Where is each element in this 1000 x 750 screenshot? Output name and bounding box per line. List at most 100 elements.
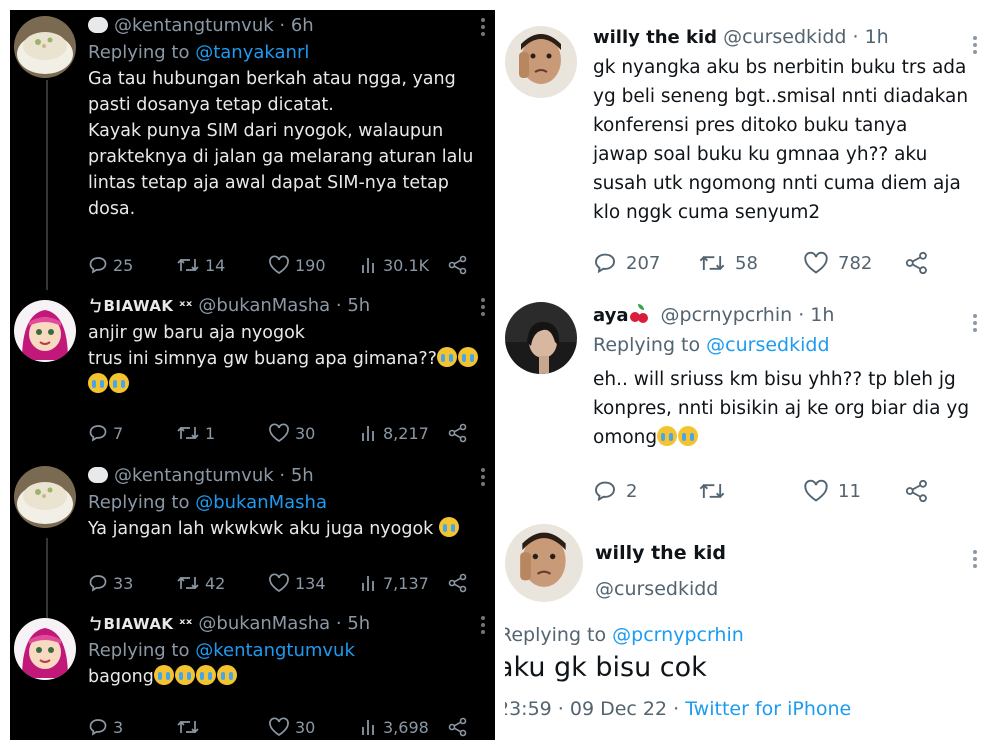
views-count: 7,137: [383, 573, 429, 593]
handle[interactable]: @cursedkidd: [723, 26, 846, 48]
like-button[interactable]: 30: [268, 420, 315, 446]
avatar-willy[interactable]: [505, 524, 583, 602]
timestamp[interactable]: 1h: [810, 304, 834, 326]
display-name[interactable]: aya: [593, 305, 628, 326]
handle[interactable]: @kentangtumvuk: [114, 465, 274, 486]
reply-button[interactable]: 33: [88, 570, 133, 596]
more-options-icon[interactable]: [481, 616, 485, 637]
tweet[interactable]: ㄅBIAWAK ˣˣ @bukanMasha · 5h anjir gw bar…: [10, 292, 495, 452]
display-name[interactable]: willy the kid: [593, 27, 717, 48]
timestamp[interactable]: 1h: [865, 26, 889, 48]
like-count: 30: [295, 423, 316, 443]
tweet-text-line: Ga tau hubungan berkah atau ngga, yang: [88, 69, 456, 89]
views-bar-icon: [362, 426, 374, 441]
heart-icon: [269, 573, 289, 592]
views-button[interactable]: 7,137: [360, 570, 429, 596]
display-name[interactable]: willy the kid: [595, 542, 726, 564]
retweet-button[interactable]: [698, 476, 735, 506]
share-icon: [905, 251, 927, 275]
speech-bubble-icon: [88, 467, 108, 483]
share-icon: [448, 255, 467, 275]
share-button[interactable]: [448, 714, 468, 740]
reply-button[interactable]: 207: [593, 248, 660, 278]
reply-button[interactable]: 7: [88, 420, 123, 446]
replying-to-link[interactable]: @bukanMasha: [195, 492, 327, 513]
retweet-icon: [177, 720, 199, 734]
timestamp[interactable]: 5h: [291, 465, 314, 486]
tweet-text-line: prakteknya di jalan ga melarang aturan l…: [88, 147, 474, 167]
tweet-source-link[interactable]: Twitter for iPhone: [685, 698, 851, 720]
tweet[interactable]: ㄅBIAWAK ˣˣ @bukanMasha · 5h Replying to …: [10, 610, 495, 740]
tweet-date[interactable]: 09 Dec 22: [570, 698, 667, 720]
retweet-icon: [177, 426, 199, 440]
tweet-text-line: konferensi pres ditoko buku tanya: [593, 115, 908, 136]
more-options-icon[interactable]: [973, 36, 977, 57]
share-button[interactable]: [448, 570, 468, 596]
retweet-button[interactable]: 14: [176, 252, 225, 278]
handle[interactable]: @cursedkidd: [595, 578, 718, 600]
more-options-icon[interactable]: [973, 314, 977, 335]
like-button[interactable]: 134: [268, 570, 326, 596]
views-button[interactable]: 30.1K: [360, 252, 429, 278]
tweet[interactable]: @kentangtumvuk · 6h Replying to @tanyaka…: [10, 12, 495, 292]
replying-to-link[interactable]: @pcrnypcrhin: [612, 624, 744, 646]
retweet-button[interactable]: 42: [176, 570, 225, 596]
share-button[interactable]: [448, 252, 468, 278]
more-options-icon[interactable]: [481, 18, 485, 39]
tweet-time[interactable]: 23:59: [505, 698, 552, 720]
replying-label: Replying to: [88, 42, 190, 63]
action-bar: 25 14 190 30.1K: [88, 252, 485, 278]
display-name[interactable]: ㄅBIAWAK ˣˣ: [88, 615, 193, 633]
avatar-willy[interactable]: [505, 26, 577, 98]
share-button[interactable]: [448, 420, 468, 446]
tweet[interactable]: willy the kid @cursedkidd · 1h gk nyangk…: [505, 22, 995, 282]
avatar-aya[interactable]: [505, 302, 577, 374]
handle[interactable]: @bukanMasha: [198, 295, 330, 316]
views-count: 8,217: [383, 423, 429, 443]
handle[interactable]: @pcrnypcrhin: [661, 304, 793, 326]
like-button[interactable]: 782: [803, 248, 872, 278]
avatar-masha[interactable]: [14, 300, 76, 362]
more-options-icon[interactable]: [973, 550, 977, 571]
reply-button[interactable]: 25: [88, 252, 133, 278]
like-button[interactable]: 190: [268, 252, 326, 278]
handle[interactable]: @kentangtumvuk: [114, 15, 274, 36]
retweet-button[interactable]: 1: [176, 420, 215, 446]
retweet-count: 42: [205, 573, 226, 593]
share-button[interactable]: [905, 476, 929, 506]
display-name[interactable]: ㄅBIAWAK ˣˣ: [88, 297, 193, 315]
retweet-count: 1: [205, 423, 216, 443]
action-bar: 207 58 782: [593, 248, 985, 278]
tweet[interactable]: aya @pcrnypcrhin · 1h Replying to @curse…: [505, 300, 995, 503]
focused-tweet-header: willy the kid @cursedkidd: [505, 520, 995, 610]
reply-icon: [89, 719, 107, 736]
more-options-icon[interactable]: [481, 468, 485, 489]
timestamp[interactable]: 5h: [347, 613, 370, 634]
timestamp[interactable]: 6h: [291, 15, 314, 36]
more-options-icon[interactable]: [481, 298, 485, 319]
timestamp[interactable]: 5h: [347, 295, 370, 316]
views-bar-icon: [362, 576, 374, 591]
retweet-button[interactable]: [176, 714, 205, 740]
views-button[interactable]: 3,698: [360, 714, 429, 740]
handle[interactable]: @bukanMasha: [198, 613, 330, 634]
avatar-mashed-potato[interactable]: [14, 16, 76, 78]
tweet[interactable]: @kentangtumvuk · 5h Replying to @bukanMa…: [10, 462, 495, 602]
replying-to-link[interactable]: @tanyakanrl: [195, 42, 309, 63]
avatar-mashed-potato[interactable]: [14, 466, 76, 528]
like-button[interactable]: 11: [803, 476, 861, 506]
replying-to-link[interactable]: @cursedkidd: [706, 334, 829, 356]
focused-tweet-text: aku gk bisu cok: [505, 652, 707, 683]
like-button[interactable]: 30: [268, 714, 315, 740]
reply-button[interactable]: 3: [88, 714, 123, 740]
tweet-text-line: anjir gw baru aja nyogok: [88, 323, 305, 343]
views-button[interactable]: 8,217: [360, 420, 429, 446]
views-bar-icon: [362, 258, 374, 273]
retweet-button[interactable]: 58: [698, 248, 758, 278]
avatar-masha[interactable]: [14, 618, 76, 680]
replying-label: Replying to: [88, 492, 190, 513]
tweet-text-line: eh.. will sriuss km bisu yhh?? tp bleh j…: [593, 369, 956, 390]
replying-to-link[interactable]: @kentangtumvuk: [195, 640, 355, 661]
share-button[interactable]: [905, 248, 929, 278]
reply-button[interactable]: 2: [593, 476, 637, 506]
